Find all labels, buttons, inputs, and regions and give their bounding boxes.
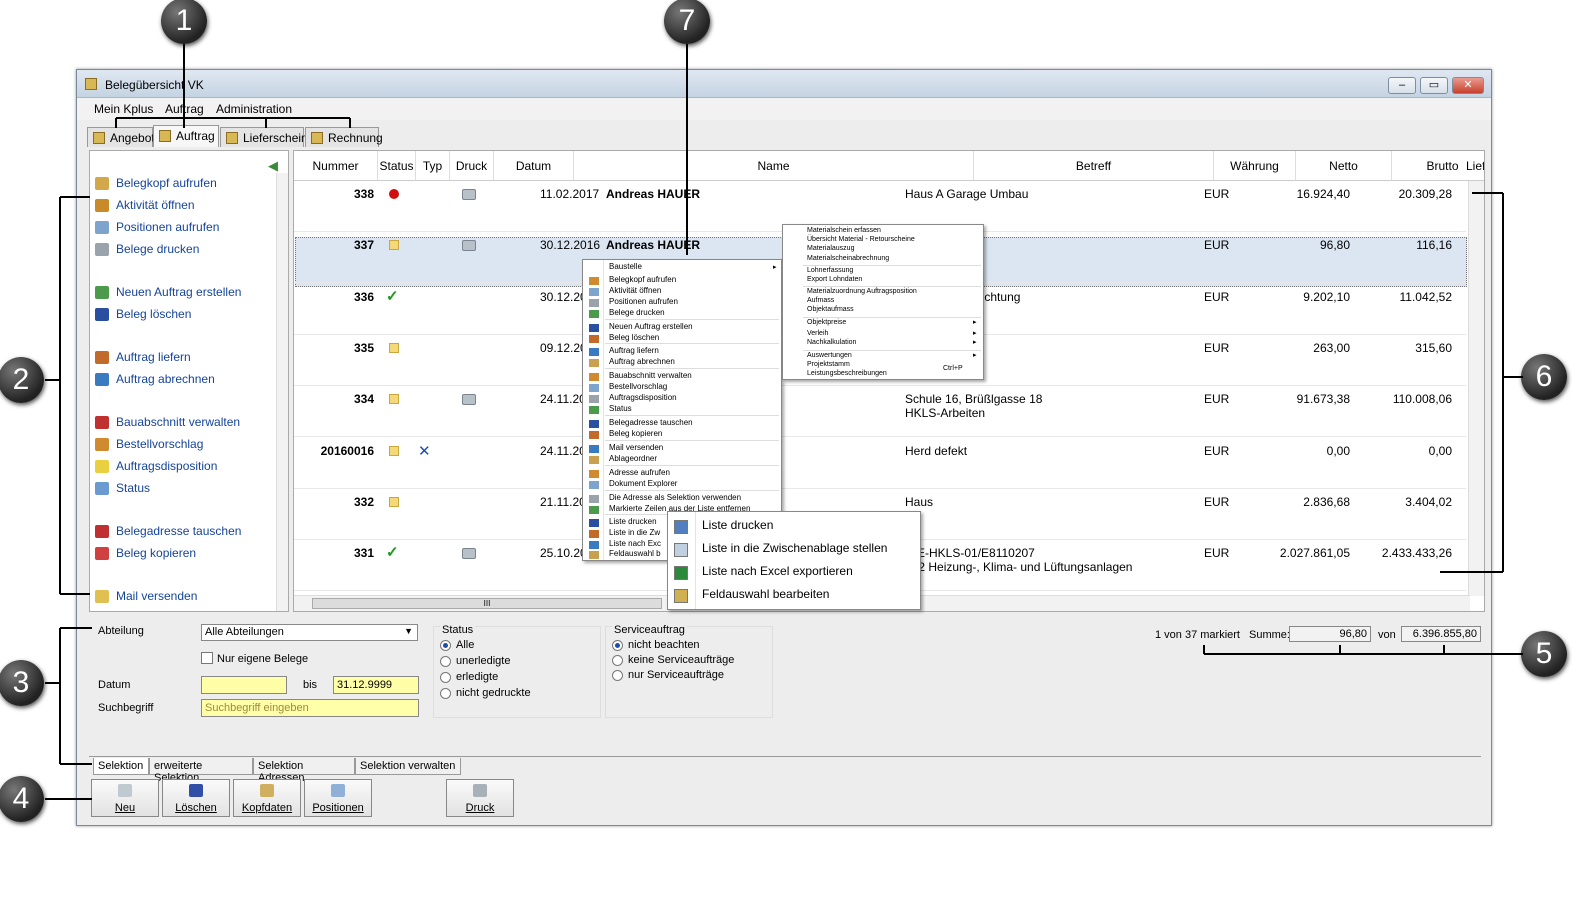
callout-6-line [1440,192,1523,573]
callout-3-line [45,627,92,765]
callout-2-line [45,196,90,595]
callout-5-line [1203,645,1523,655]
callout-1-line [115,44,351,128]
callout-lines [45,44,1523,800]
